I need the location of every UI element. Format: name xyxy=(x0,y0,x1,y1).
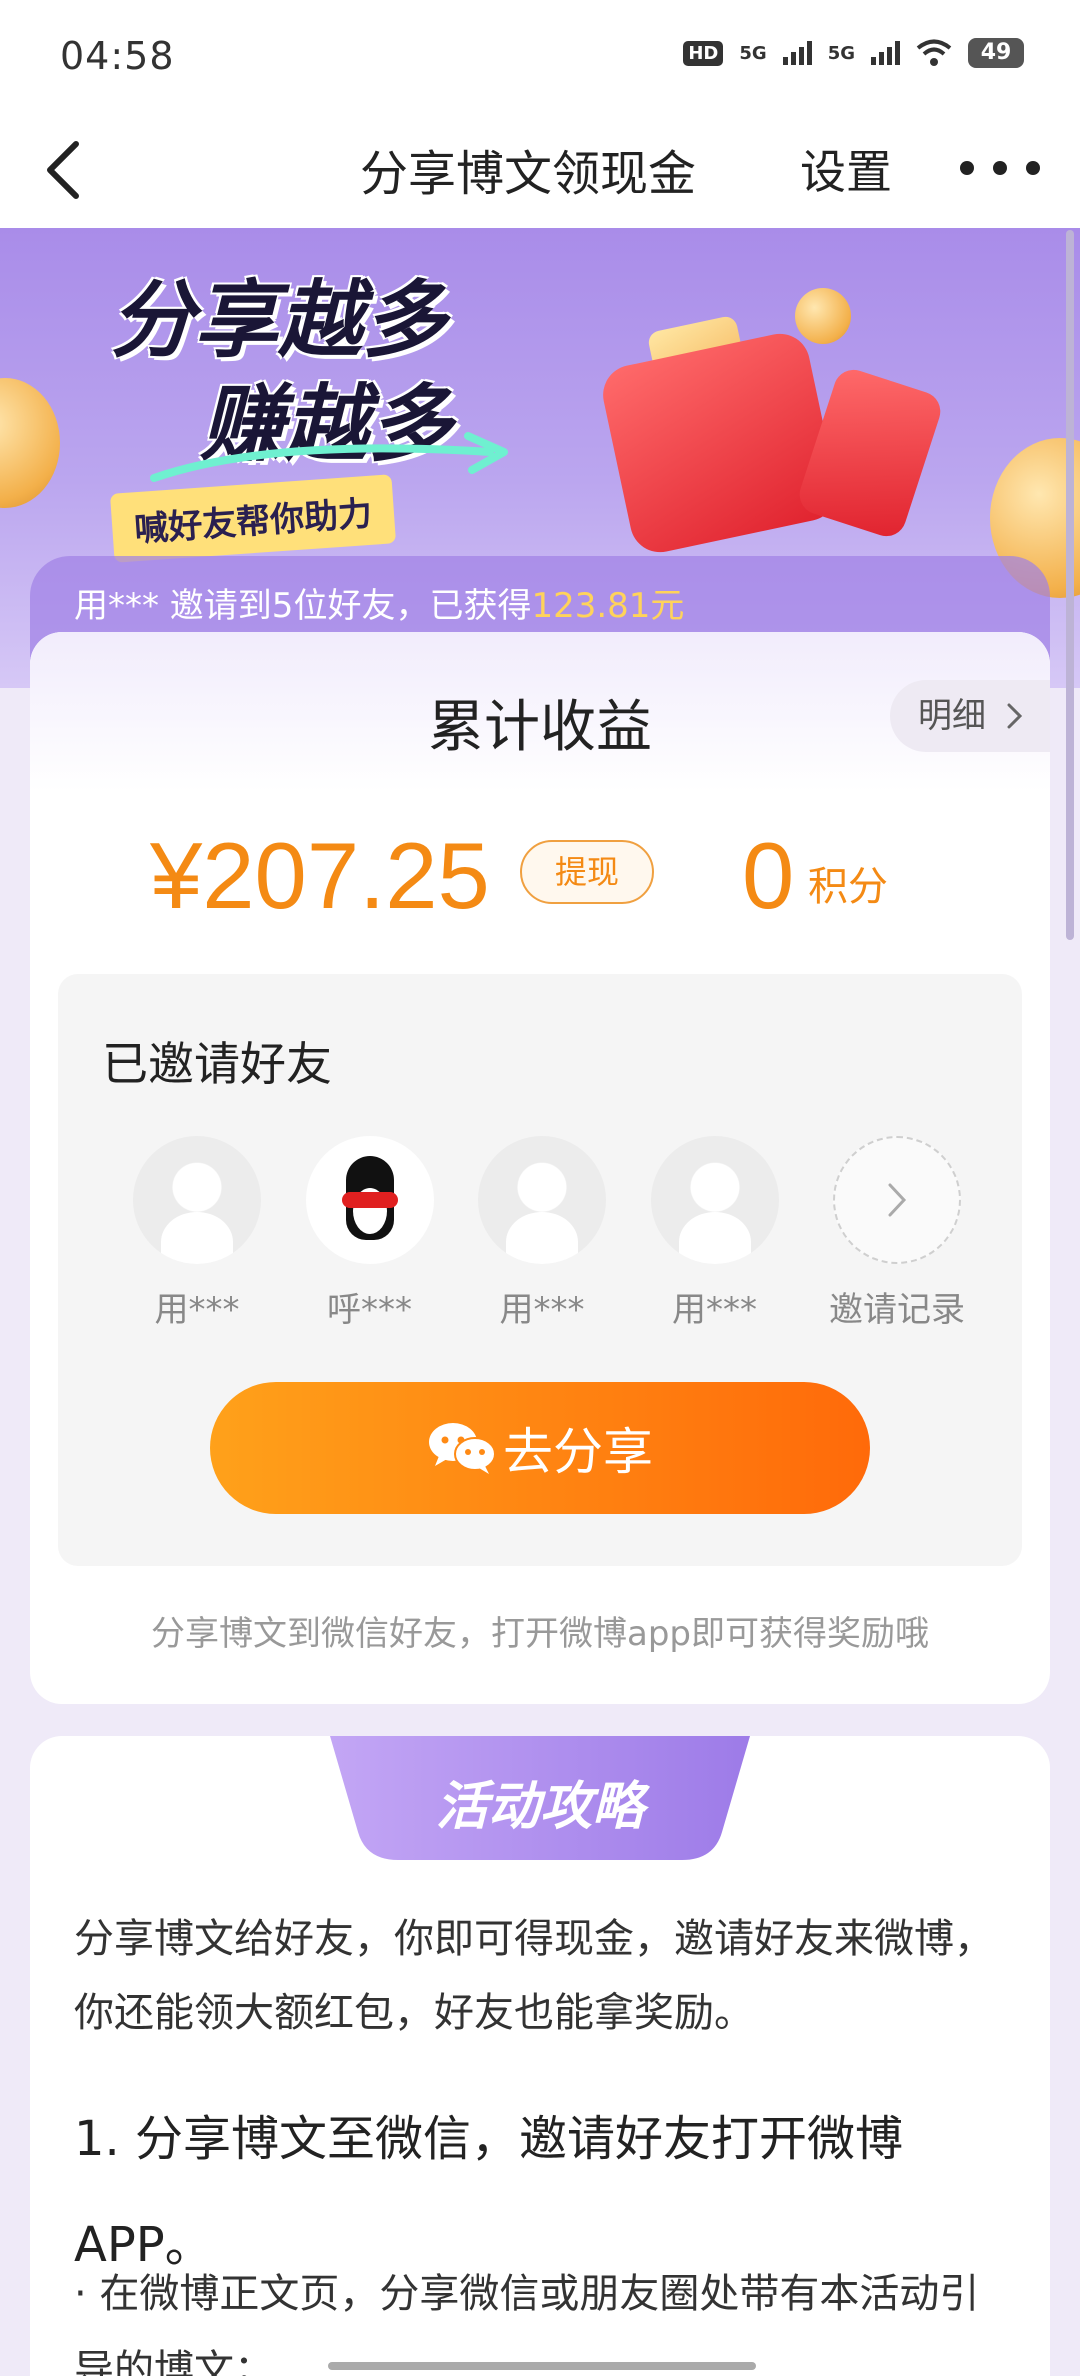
detail-button[interactable]: 明细 xyxy=(890,680,1050,752)
share-button[interactable]: 去分享 xyxy=(210,1382,870,1514)
chevron-right-icon xyxy=(1007,703,1022,729)
nav-bar: 分享博文领现金 设置 xyxy=(0,112,1080,228)
more-icon[interactable] xyxy=(960,138,1040,198)
headline-line-1: 分享越多 xyxy=(110,271,447,369)
network-label-2: 5G xyxy=(827,42,855,64)
friend-name: 用*** xyxy=(672,1290,757,1330)
invite-record-label: 邀请记录 xyxy=(829,1290,965,1330)
network-label-1: 5G xyxy=(739,42,767,64)
invited-friends-section: 已邀请好友 用*** 呼*** 用*** 用*** 邀请记录 去分享 xyxy=(58,974,1022,1566)
friend-item[interactable]: 用*** xyxy=(477,1136,607,1331)
avatar xyxy=(305,1136,434,1264)
withdraw-button[interactable]: 提现 xyxy=(520,840,654,904)
signal-icon-2 xyxy=(871,41,900,65)
scrollbar[interactable] xyxy=(1066,230,1074,940)
ticker-text: 用*** 邀请到5位好友，已获得 xyxy=(74,586,532,626)
avatar xyxy=(478,1136,606,1264)
earnings-amount: ¥207.25 xyxy=(150,823,490,928)
friend-item[interactable]: 用*** xyxy=(132,1136,262,1331)
friend-name: 用*** xyxy=(154,1290,240,1330)
detail-label: 明细 xyxy=(918,696,986,736)
share-button-label: 去分享 xyxy=(503,1423,653,1481)
page-title: 分享博文领现金 xyxy=(360,146,697,202)
red-envelope-icon xyxy=(597,328,843,558)
status-time: 04:58 xyxy=(60,34,175,78)
guide-tab: 活动攻略 xyxy=(330,1736,750,1860)
wechat-icon xyxy=(429,1423,496,1474)
guide-bullet-1: · 在微博正文页，分享微信或朋友圈处带有本活动引导的博文； xyxy=(74,2271,980,2376)
points-value: 0 xyxy=(742,823,795,928)
ticker-amount: 123.81元 xyxy=(531,586,685,626)
invite-record-button[interactable]: 邀请记录 xyxy=(822,1136,972,1331)
red-envelope-icon xyxy=(794,364,946,542)
back-icon[interactable] xyxy=(30,132,106,208)
avatar xyxy=(650,1136,779,1264)
coin-decoration xyxy=(0,378,60,508)
guide-tab-label: 活动攻略 xyxy=(435,1777,644,1837)
friend-item[interactable]: 用*** xyxy=(650,1136,780,1331)
invited-title: 已邀请好友 xyxy=(102,1037,332,1091)
home-indicator[interactable] xyxy=(328,2362,756,2370)
record-circle xyxy=(833,1136,961,1264)
signal-icon xyxy=(782,41,812,65)
earnings-card: 累计收益 明细 ¥207.25 提现 0 积分 已邀请好友 用*** 呼*** … xyxy=(30,632,1050,1704)
chevron-right-icon xyxy=(888,1183,907,1217)
hd-icon: HD xyxy=(683,40,724,66)
share-hint: 分享博文到微信好友，打开微博app即可获得奖励哦 xyxy=(151,1614,929,1654)
guide-card: 活动攻略 分享博文给好友，你即可得现金，邀请好友来微博，你还能领大额红包，好友也… xyxy=(30,1736,1050,2376)
friends-list: 用*** 呼*** 用*** 用*** 邀请记录 xyxy=(132,1136,972,1331)
coin-decoration xyxy=(795,288,851,344)
points-unit: 积分 xyxy=(808,864,888,910)
friend-name: 用*** xyxy=(499,1290,585,1330)
friend-name: 呼*** xyxy=(327,1290,412,1330)
battery-icon: 49 xyxy=(968,38,1024,68)
friend-item[interactable]: 呼*** xyxy=(305,1136,435,1331)
avatar xyxy=(133,1136,261,1264)
wifi-icon xyxy=(916,39,952,66)
status-icons: HD 5G 5G 49 xyxy=(683,38,1024,68)
status-bar: 04:58 HD 5G 5G 49 xyxy=(0,0,1080,112)
guide-intro: 分享博文给好友，你即可得现金，邀请好友来微博，你还能领大额红包，好友也能拿奖励。 xyxy=(74,1916,994,2036)
settings-button[interactable]: 设置 xyxy=(800,136,892,202)
